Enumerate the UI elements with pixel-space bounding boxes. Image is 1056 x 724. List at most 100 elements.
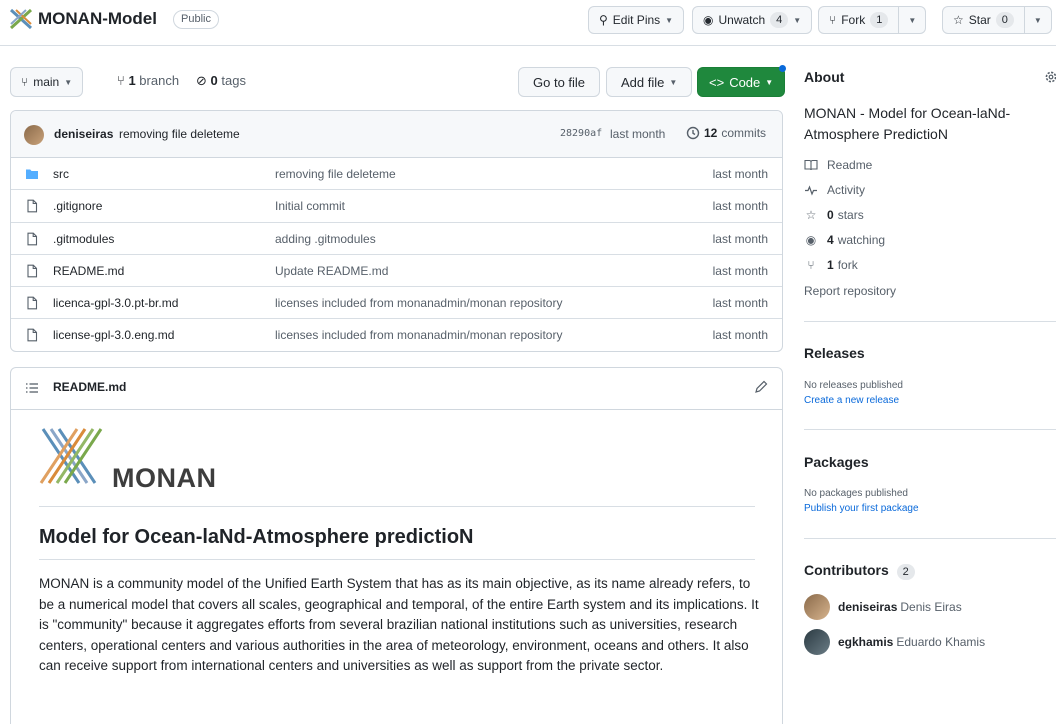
- repo-name[interactable]: MONAN-Model: [38, 9, 157, 29]
- add-file-button[interactable]: Add file ▼: [606, 67, 693, 97]
- chevron-down-icon: ▼: [665, 15, 674, 25]
- file-commit-message[interactable]: Update README.md: [275, 264, 388, 278]
- forks-link[interactable]: ⑂ 1 fork: [804, 258, 858, 272]
- divider: [804, 429, 1056, 430]
- chevron-down-icon: ▼: [669, 77, 678, 87]
- releases-heading[interactable]: Releases: [804, 345, 865, 361]
- star-button-group: ☆ Star 0 ▼: [942, 6, 1052, 34]
- watching-link[interactable]: ◉ 4 watching: [804, 233, 885, 247]
- file-name[interactable]: license-gpl-3.0.eng.md: [53, 328, 174, 342]
- file-row[interactable]: licenca-gpl-3.0.pt-br.md licenses include…: [11, 287, 782, 320]
- star-label: Star: [968, 13, 991, 27]
- file-row[interactable]: license-gpl-3.0.eng.md licenses included …: [11, 319, 782, 351]
- file-name[interactable]: src: [53, 167, 69, 181]
- folder-icon: [26, 169, 38, 179]
- book-icon: [804, 159, 818, 171]
- packages-heading[interactable]: Packages: [804, 454, 869, 470]
- file-icon: [27, 264, 38, 278]
- tags-link[interactable]: ⊘ 0 tags: [196, 73, 246, 89]
- tags-count: 0: [210, 73, 218, 88]
- contributors-heading[interactable]: Contributors 2: [804, 562, 915, 580]
- file-commit-message[interactable]: licenses included from monanadmin/monan …: [275, 328, 562, 342]
- file-row[interactable]: src removing file deleteme last month: [11, 158, 782, 191]
- branch-icon: ⑂: [117, 73, 125, 88]
- file-name[interactable]: licenca-gpl-3.0.pt-br.md: [53, 296, 178, 310]
- go-to-file-button[interactable]: Go to file: [518, 67, 601, 97]
- star-button[interactable]: ☆ Star 0: [942, 6, 1025, 34]
- readme-link-label: Readme: [827, 158, 873, 172]
- branch-icon: ⑂: [21, 75, 29, 89]
- releases-note: No releases published: [804, 380, 903, 391]
- divider: [804, 321, 1056, 322]
- code-button[interactable]: <> Code ▼: [697, 67, 786, 97]
- divider: [804, 538, 1056, 539]
- branches-link[interactable]: ⑂ 1 branch: [117, 73, 179, 88]
- file-commit-time: last month: [712, 328, 768, 343]
- notification-dot: [779, 65, 786, 72]
- contributors-count: 2: [896, 564, 915, 580]
- report-repository-link[interactable]: Report repository: [804, 284, 896, 298]
- eye-icon: ◉: [805, 233, 817, 247]
- file-commit-message[interactable]: removing file deleteme: [275, 167, 396, 181]
- branches-count: 1: [128, 73, 136, 88]
- commit-message[interactable]: removing file deleteme: [119, 127, 240, 141]
- file-icon: [27, 296, 38, 310]
- file-row[interactable]: README.md Update README.md last month: [11, 255, 782, 288]
- pencil-icon[interactable]: [754, 380, 768, 394]
- contributor-item[interactable]: deniseiras Denis Eiras: [804, 594, 962, 620]
- readme-body-text: MONAN is a community model of the Unifie…: [39, 576, 759, 674]
- fork-button[interactable]: ⑂ Fork 1: [818, 6, 900, 34]
- readme-panel: README.md MONAN Model for Ocean-laNd-Atm…: [10, 367, 783, 724]
- activity-label: Activity: [827, 183, 866, 197]
- contributor-login: egkhamis: [838, 635, 894, 649]
- file-commit-message[interactable]: Initial commit: [275, 199, 345, 213]
- commit-sha[interactable]: 28290af: [560, 128, 602, 139]
- fork-icon: ⑂: [807, 258, 815, 272]
- file-icon: [27, 232, 38, 245]
- fork-label: Fork: [841, 13, 866, 27]
- latest-commit-bar: deniseiras removing file deleteme 28290a…: [11, 111, 782, 158]
- star-count: 0: [995, 12, 1014, 28]
- branches-label: branch: [139, 73, 180, 88]
- file-commit-message[interactable]: licenses included from monanadmin/monan …: [275, 296, 562, 310]
- branch-select-button[interactable]: ⑂ main ▼: [10, 67, 84, 97]
- file-name[interactable]: .gitignore: [53, 199, 102, 213]
- tag-icon: ⊘: [196, 73, 207, 88]
- forks-label: fork: [837, 258, 858, 272]
- gear-icon[interactable]: [1044, 70, 1056, 84]
- activity-link[interactable]: Activity: [804, 183, 865, 197]
- publish-package-link[interactable]: Publish your first package: [804, 503, 919, 514]
- chevron-down-icon: ▼: [908, 15, 917, 25]
- file-commit-time: last month: [712, 231, 768, 246]
- readme-header: README.md: [11, 368, 782, 410]
- commit-author[interactable]: deniseiras: [54, 127, 113, 141]
- file-row[interactable]: .gitignore Initial commit last month: [11, 190, 782, 223]
- contributor-item[interactable]: egkhamis Eduardo Khamis: [804, 629, 985, 655]
- file-name[interactable]: .gitmodules: [53, 232, 114, 246]
- fork-dropdown-button[interactable]: ▼: [899, 6, 927, 34]
- file-browser: deniseiras removing file deleteme 28290a…: [10, 110, 783, 352]
- edit-pins-button[interactable]: ⚲ Edit Pins ▼: [588, 6, 685, 34]
- chevron-down-icon: ▼: [1033, 15, 1042, 25]
- watching-count: 4: [827, 233, 834, 247]
- stars-link[interactable]: ☆ 0 stars: [804, 208, 864, 222]
- file-row[interactable]: .gitmodules adding .gitmodules last month: [11, 223, 782, 255]
- readme-filename[interactable]: README.md: [53, 380, 126, 394]
- pin-icon: ⚲: [599, 13, 608, 27]
- file-list: src removing file deleteme last month .giti…: [11, 158, 782, 351]
- commits-history-link[interactable]: 12 commits: [686, 126, 766, 140]
- edit-pins-label: Edit Pins: [612, 13, 661, 27]
- star-dropdown-button[interactable]: ▼: [1024, 6, 1052, 34]
- list-unordered-icon[interactable]: [25, 381, 39, 395]
- file-name[interactable]: README.md: [53, 264, 124, 278]
- fork-button-group: ⑂ Fork 1 ▼: [818, 6, 927, 34]
- avatar: [804, 629, 830, 655]
- tags-label: tags: [221, 73, 246, 88]
- readme-link[interactable]: Readme: [804, 158, 872, 172]
- unwatch-label: Unwatch: [718, 13, 766, 27]
- create-release-link[interactable]: Create a new release: [804, 395, 899, 406]
- avatar[interactable]: [24, 125, 44, 145]
- avatar: [804, 594, 830, 620]
- unwatch-button[interactable]: ◉ Unwatch 4 ▼: [692, 6, 813, 34]
- file-commit-message[interactable]: adding .gitmodules: [275, 232, 376, 246]
